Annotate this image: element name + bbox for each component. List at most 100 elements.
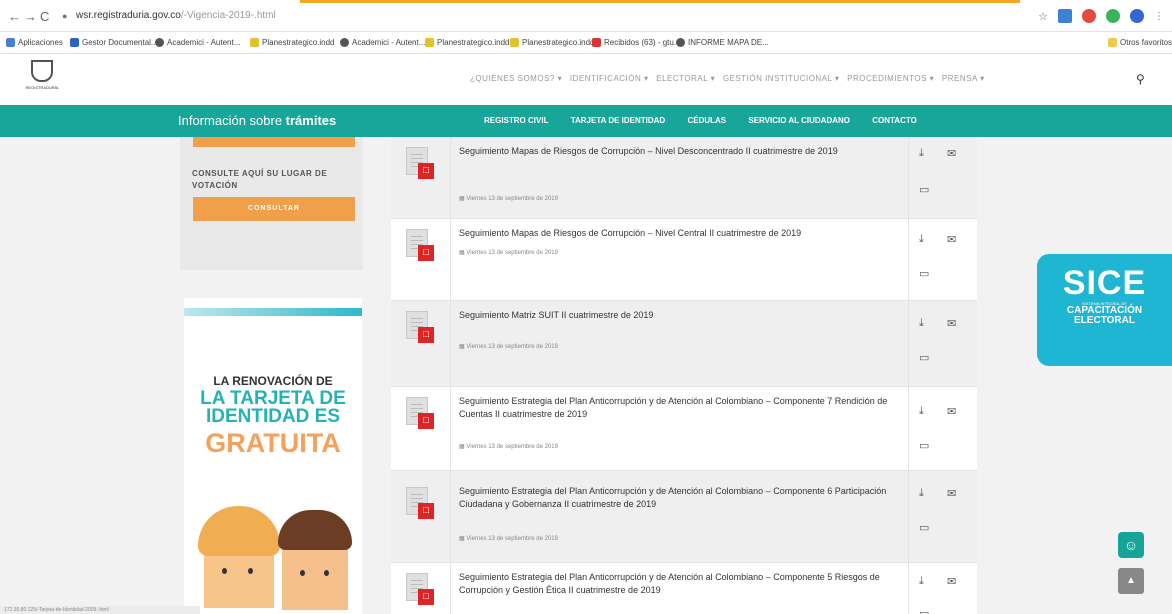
download-icon[interactable]: ⤓ [919,575,924,588]
orange-button-partial[interactable] [193,137,355,147]
download-icon[interactable]: ⤓ [919,147,924,160]
pdf-icon[interactable]: ⬚ [406,311,434,343]
extension-icons: ☆ ⋮ [1038,7,1164,25]
bookmark-item[interactable]: Aplicaciones [6,38,63,47]
menu-icon[interactable]: ⋮ [1154,11,1164,22]
extension-icon[interactable] [1106,9,1120,23]
list-item: ⬚ Seguimiento Mapas de Riesgos de Corrup… [391,219,977,301]
consultar-button[interactable]: CONSULTAR [193,197,355,221]
other-bookmarks[interactable]: Otros favoritos [1108,38,1172,47]
tramites-bar: Información sobre trámites REGISTRO CIVI… [0,105,1172,137]
email-icon[interactable]: ✉ [947,575,956,588]
bookmark-item[interactable]: Gestor Documental... [70,38,158,47]
comment-icon[interactable]: ▭ [919,439,929,452]
bookmark-item[interactable]: Planestrategico.indd [510,38,595,47]
reload-icon[interactable]: C [40,9,49,24]
nav-procedimientos[interactable]: PROCEDIMIENTOS ▾ [847,74,934,83]
list-item: ⬚ Seguimiento Mapas de Riesgos de Corrup… [391,137,977,219]
info-icon[interactable]: ● [62,6,67,26]
document-title[interactable]: Seguimiento Mapas de Riesgos de Corrupci… [459,227,899,240]
girl-illustration [198,506,280,608]
pdf-icon[interactable]: ⬚ [406,573,434,605]
download-icon[interactable]: ⤓ [919,233,924,246]
comment-icon[interactable]: ▭ [919,183,929,196]
link-contacto[interactable]: CONTACTO [872,116,917,125]
back-arrow-icon[interactable]: ← [8,9,21,24]
nav-electoral[interactable]: ELECTORAL ▾ [656,74,715,83]
accessibility-icon[interactable]: ☺ [1118,532,1144,558]
extension-icon[interactable] [1082,9,1096,23]
tarjeta-identidad-banner[interactable]: LA RENOVACIÓN DE LA TARJETA DE IDENTIDAD… [184,298,362,614]
browser-toolbar: ← → C ● wsr.registraduria.gov.co/-Vigenc… [0,0,1172,32]
forward-arrow-icon[interactable]: → [24,9,37,24]
nav-prensa[interactable]: PRENSA ▾ [942,74,985,83]
email-icon[interactable]: ✉ [947,147,956,160]
extension-icon[interactable] [1058,9,1072,23]
email-icon[interactable]: ✉ [947,487,956,500]
banner-stripe [184,308,362,316]
address-bar[interactable]: ● wsr.registraduria.gov.co/-Vigencia-201… [58,6,1018,26]
comment-icon[interactable]: ▭ [919,351,929,364]
email-icon[interactable]: ✉ [947,405,956,418]
comment-icon[interactable]: ▭ [919,521,929,534]
profile-avatar[interactable] [1130,9,1144,23]
nav-gestion-institucional[interactable]: GESTIÓN INSTITUCIONAL ▾ [723,74,840,83]
document-date: ▦ Viernes 13 de septiembre de 2019 [459,344,558,350]
bookmark-item[interactable]: Academici - Autent... [340,38,425,47]
document-title[interactable]: Seguimiento Estrategia del Plan Anticorr… [459,395,899,421]
tramites-links: REGISTRO CIVIL TARJETA DE IDENTIDAD CÉDU… [484,116,937,125]
link-tarjeta-identidad[interactable]: TARJETA DE IDENTIDAD [571,116,666,125]
link-registro-civil[interactable]: REGISTRO CIVIL [484,116,548,125]
document-date: ▦ Viernes 13 de septiembre de 2019 [459,196,558,202]
document-title[interactable]: Seguimiento Estrategia del Plan Anticorr… [459,571,899,597]
shield-icon [31,60,53,82]
sice-line-2: ELECTORAL [1074,315,1135,326]
document-date: ▦ Viernes 13 de septiembre de 2019 [459,250,558,256]
download-icon[interactable]: ⤓ [919,317,924,330]
document-list: ⬚ Seguimiento Mapas de Riesgos de Corrup… [391,137,977,614]
email-icon[interactable]: ✉ [947,233,956,246]
registraduria-logo[interactable]: REGISTRADURÍA [22,60,62,98]
bookmark-item[interactable]: Planestrategico.indd [250,38,335,47]
document-date: ▦ Viernes 13 de septiembre de 2019 [459,536,558,542]
download-icon[interactable]: ⤓ [919,487,924,500]
list-item: ⬚ Seguimiento Estrategia del Plan Antico… [391,563,977,614]
sice-title: SICE [1062,264,1147,302]
comment-icon[interactable]: ▭ [919,607,929,614]
email-icon[interactable]: ✉ [947,317,956,330]
sice-badge[interactable]: SICE SISTEMA INTEGRAL DE CAPACITACIÓN EL… [1037,254,1172,366]
document-title[interactable]: Seguimiento Matriz SUIT II cuatrimestre … [459,309,899,322]
bookmark-item[interactable]: INFORME MAPA DE... [676,38,769,47]
link-cedulas[interactable]: CÉDULAS [687,116,726,125]
pdf-icon[interactable]: ⬚ [406,147,434,179]
pdf-icon[interactable]: ⬚ [406,397,434,429]
download-icon[interactable]: ⤓ [919,405,924,418]
comment-icon[interactable]: ▭ [919,267,929,280]
document-title[interactable]: Seguimiento Estrategia del Plan Anticorr… [459,485,899,511]
site-header: REGISTRADURÍA ¿QUIÉNES SOMOS? ▾ IDENTIFI… [0,54,1172,105]
list-item: ⬚ Seguimiento Estrategia del Plan Antico… [391,471,977,563]
bookmark-item[interactable]: Academici - Autent... [155,38,240,47]
pdf-icon[interactable]: ⬚ [406,487,434,519]
document-date: ▦ Viernes 13 de septiembre de 2019 [459,444,558,450]
document-title[interactable]: Seguimiento Mapas de Riesgos de Corrupci… [459,145,899,158]
link-servicio-ciudadano[interactable]: SERVICIO AL CIUDADANO [748,116,850,125]
bookmark-item[interactable]: Recibidos (63) - gtu... [592,38,680,47]
tramites-title: Información sobre trámites [178,113,337,128]
boy-illustration [278,510,352,610]
status-bar: 172.30.80.125/-Tarjeta-de-Identidad-2009… [0,606,200,614]
loading-bar [300,0,1020,3]
star-icon[interactable]: ☆ [1038,10,1048,23]
url-host: wsr.registraduria.gov.co [76,10,181,21]
scroll-top-icon[interactable]: ▲ [1118,568,1144,594]
banner-line-3: GRATUITA [205,428,341,458]
url-path: /-Vigencia-2019-.html [180,10,276,21]
search-icon[interactable]: ⚲ [1136,72,1145,86]
voting-location-label: CONSULTE AQUÍ SU LUGAR DE VOTACIÓN [192,169,328,190]
bookmarks-bar: Aplicaciones Gestor Documental... Academ… [0,32,1172,54]
bookmark-item[interactable]: Planestrategico.indd [425,38,510,47]
pdf-icon[interactable]: ⬚ [406,229,434,261]
nav-identificacion[interactable]: IDENTIFICACIÓN ▾ [570,74,649,83]
list-item: ⬚ Seguimiento Estrategia del Plan Antico… [391,387,977,471]
nav-quienes-somos[interactable]: ¿QUIÉNES SOMOS? ▾ [470,74,562,83]
